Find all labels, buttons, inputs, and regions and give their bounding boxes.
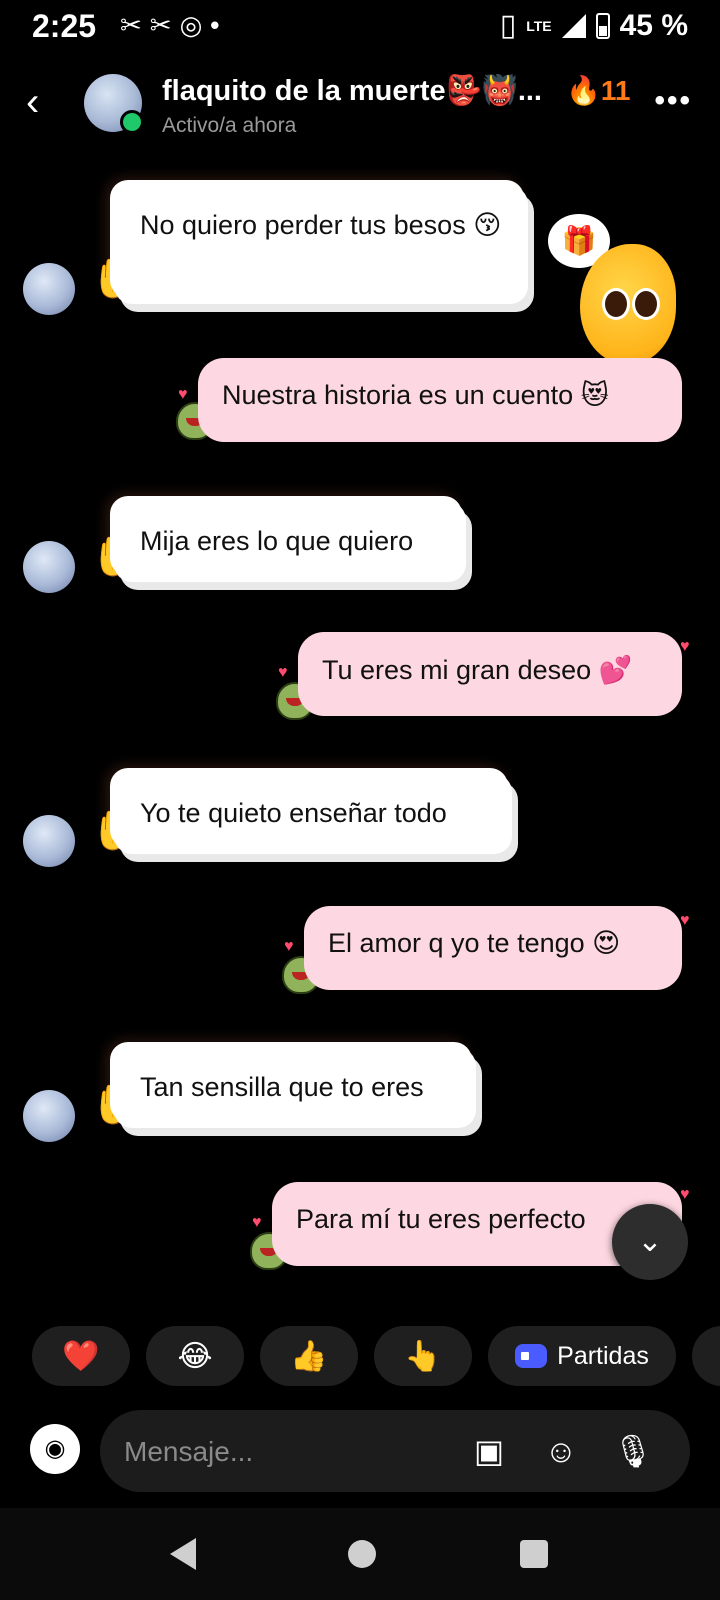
heart-icon: ♥ xyxy=(252,1214,262,1231)
status-time: 2:25 xyxy=(32,8,97,44)
vibrate-icon: ▯ xyxy=(499,9,517,42)
more-options-icon[interactable]: ••• xyxy=(654,84,692,118)
sticker-icon[interactable]: ☺ xyxy=(540,1430,582,1472)
message-bubble-incoming[interactable]: Yo te quieto enseñar todo xyxy=(114,774,512,854)
capcut-icon: ✂ xyxy=(149,10,172,40)
network-type: LTE xyxy=(526,17,552,34)
gamepad-icon xyxy=(515,1344,548,1368)
sender-avatar[interactable] xyxy=(23,1090,75,1142)
heart-icon: ♥ xyxy=(178,386,188,403)
heart-icon: ♥ xyxy=(278,664,288,681)
nav-recents-icon[interactable] xyxy=(520,1540,548,1568)
nav-back-icon[interactable] xyxy=(170,1538,196,1570)
capcut-icon: ✂ xyxy=(120,10,142,40)
signal-icon xyxy=(561,13,586,38)
contact-name[interactable]: flaquito de la muerte👺👹... xyxy=(162,74,542,108)
dot-icon: • xyxy=(210,10,220,40)
streak-badge: 🔥11 xyxy=(566,75,631,106)
mascot-sticker xyxy=(580,244,676,364)
notification-icons: ✂ ✂ ◎ • xyxy=(120,10,219,41)
scroll-to-bottom-button[interactable]: ⌄ xyxy=(612,1204,688,1280)
camera-icon[interactable]: ◉ xyxy=(30,1424,80,1474)
microphone-icon[interactable]: 🎙 xyxy=(612,1430,654,1472)
message-bubble-incoming[interactable]: No quiero perder tus besos 😚 xyxy=(114,186,528,304)
battery-icon xyxy=(595,12,610,39)
heart-icon: ♥ xyxy=(284,938,294,955)
back-arrow-icon[interactable]: ‹ xyxy=(26,80,66,124)
message-bubble-outgoing[interactable]: El amor q yo te tengo 😍 xyxy=(304,906,682,990)
gallery-icon[interactable]: ▣ xyxy=(468,1430,510,1472)
games-button[interactable]: Partidas xyxy=(488,1326,676,1386)
message-composer: ▣ ☺ 🎙 xyxy=(100,1410,690,1492)
sender-avatar[interactable] xyxy=(23,263,75,315)
sender-avatar[interactable] xyxy=(23,815,75,867)
quick-reply-more[interactable] xyxy=(692,1326,720,1386)
system-status: ▯ LTE 45 % xyxy=(500,8,688,43)
instagram-icon: ◎ xyxy=(179,10,203,40)
sender-avatar[interactable] xyxy=(23,541,75,593)
message-bubble-outgoing[interactable]: Nuestra historia es un cuento 😻 xyxy=(198,358,682,442)
quick-reply-laugh[interactable]: 😂 xyxy=(146,1326,244,1386)
message-bubble-incoming[interactable]: Mija eres lo que quiero xyxy=(114,502,466,582)
quick-reply-heart[interactable]: ❤️ xyxy=(32,1326,130,1386)
active-status: Activo/a ahora xyxy=(162,114,297,137)
message-input[interactable] xyxy=(122,1428,446,1476)
message-bubble-outgoing[interactable]: Tu eres mi gran deseo 💕 xyxy=(298,632,682,716)
games-label: Partidas xyxy=(557,1341,649,1370)
heart-icon: ♥ xyxy=(680,1186,690,1203)
online-indicator xyxy=(120,110,144,134)
quick-reply-point-up[interactable]: 👆 xyxy=(374,1326,472,1386)
nav-home-icon[interactable] xyxy=(348,1540,376,1568)
quick-reply-thumbs-up[interactable]: 👍 xyxy=(260,1326,358,1386)
battery-percent: 45 % xyxy=(619,8,688,42)
message-bubble-incoming[interactable]: Tan sensilla que to eres xyxy=(114,1048,476,1128)
